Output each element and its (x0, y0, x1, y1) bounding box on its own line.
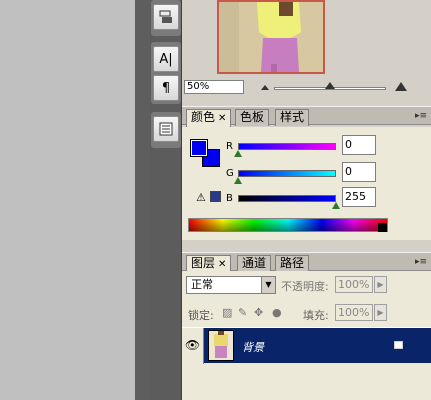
zoom-out-icon[interactable] (260, 82, 270, 92)
chevron-down-icon[interactable]: ▼ (261, 277, 275, 293)
notes-button[interactable] (153, 116, 179, 142)
tab-channels[interactable]: 通道 (237, 255, 272, 272)
tab-paths[interactable]: 路径 (275, 255, 310, 272)
channel-thumb-g[interactable] (234, 177, 242, 184)
tab-swatches-label: 色板 (240, 110, 265, 124)
navigator-preview[interactable] (217, 0, 325, 74)
gamut-color-swatch[interactable] (210, 191, 221, 202)
blend-mode-value: 正常 (191, 278, 213, 291)
color-panel-body: R 0 G 0 ⚠ B 255 (182, 127, 431, 240)
layer-lock-icon (394, 341, 403, 349)
zoom-slider-thumb[interactable] (325, 82, 335, 89)
channel-label-b: B (226, 193, 233, 204)
tab-channels-label: 通道 (242, 256, 267, 270)
tab-paths-label: 路径 (280, 256, 305, 270)
document-canvas-area[interactable] (0, 0, 135, 400)
layer-comps-icon (159, 10, 172, 23)
close-icon[interactable]: ✕ (218, 259, 226, 270)
channel-slider-r[interactable] (238, 143, 336, 150)
tab-layers-label: 图层 (191, 256, 216, 270)
channel-label-r: R (226, 141, 233, 152)
channel-input-g[interactable]: 0 (342, 162, 376, 182)
lock-transparency-icon[interactable]: ▨ (222, 306, 232, 319)
zoom-input[interactable]: 50% (184, 80, 244, 94)
channel-slider-g[interactable] (238, 170, 336, 177)
photo-thumbnail (219, 2, 323, 72)
blend-mode-select[interactable]: 正常 ▼ (186, 276, 276, 294)
panel-menu-icon[interactable]: ▸≡ (415, 257, 427, 267)
tab-styles-label: 样式 (280, 110, 305, 124)
lock-label: 锁定: (188, 309, 214, 322)
channel-slider-b[interactable] (238, 195, 336, 202)
lock-position-icon[interactable]: ✥ (254, 306, 263, 319)
layers-panel-body: 正常 ▼ 不透明度: 100% ▶ 锁定: ▨ ✎ ✥ ● 填充: 100% ▶… (182, 271, 431, 400)
channel-label-g: G (226, 168, 234, 179)
channel-input-b[interactable]: 255 (342, 187, 376, 207)
notes-icon (159, 122, 173, 136)
character-button[interactable]: A| (153, 46, 179, 72)
layer-comps-button[interactable] (153, 4, 179, 30)
zoom-in-icon[interactable] (394, 80, 408, 92)
foreground-color-swatch[interactable] (190, 139, 208, 157)
layer-row[interactable]: 👁 背景 (182, 327, 431, 364)
tab-styles[interactable]: 样式 (275, 109, 310, 126)
black-swatch[interactable] (378, 223, 387, 232)
tab-color[interactable]: 颜色 ✕ (186, 109, 232, 127)
layer-thumbnail (208, 330, 234, 361)
layers-panel-header: 图层 ✕ 通道 路径 ▸≡ (182, 252, 431, 273)
lock-image-icon[interactable]: ✎ (238, 306, 247, 319)
navigator-panel: 50% (182, 0, 431, 98)
warning-triangle-icon[interactable]: ⚠ (196, 191, 206, 204)
character-icon: A| (159, 51, 173, 67)
channel-thumb-r[interactable] (234, 150, 242, 157)
paragraph-button[interactable]: ¶ (153, 75, 179, 101)
fill-arrow-icon[interactable]: ▶ (374, 304, 387, 321)
close-icon[interactable]: ✕ (218, 113, 226, 124)
opacity-label: 不透明度: (281, 280, 329, 293)
panel-divider (135, 0, 150, 400)
color-spectrum-bar[interactable] (188, 218, 388, 232)
color-panel-header: 颜色 ✕ 色板 样式 ▸≡ (182, 106, 431, 127)
fill-input[interactable]: 100% (335, 304, 373, 321)
channel-thumb-b[interactable] (332, 202, 340, 209)
lock-all-icon[interactable]: ● (272, 306, 282, 319)
panel-dock-toolstrip: A| ¶ (150, 0, 182, 400)
fill-label: 填充: (303, 309, 329, 322)
paragraph-icon: ¶ (161, 80, 171, 96)
opacity-input[interactable]: 100% (335, 276, 373, 293)
opacity-arrow-icon[interactable]: ▶ (374, 276, 387, 293)
panels-column: 50% 颜色 ✕ 色板 样式 ▸≡ R 0 G 0 ⚠ B 255 图层 ✕ 通… (182, 0, 431, 400)
tab-color-label: 颜色 (191, 110, 216, 124)
panel-menu-icon[interactable]: ▸≡ (415, 111, 427, 121)
channel-input-r[interactable]: 0 (342, 135, 376, 155)
eye-icon[interactable]: 👁 (182, 328, 204, 364)
layer-name[interactable]: 背景 (242, 339, 264, 355)
tab-swatches[interactable]: 色板 (235, 109, 270, 126)
